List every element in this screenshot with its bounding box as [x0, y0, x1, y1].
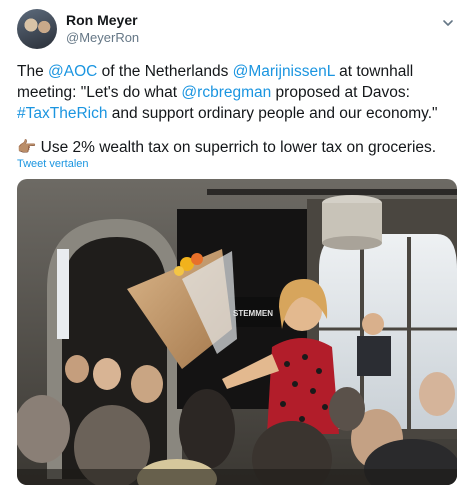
tweet-text-segment: of the Netherlands — [97, 63, 233, 80]
hashtag-taxtherich-link[interactable]: #TaxTheRich — [17, 105, 107, 122]
tweet-text-segment: Use 2% wealth tax on superrich to lower … — [36, 139, 437, 156]
tweet-text-segment: and support ordinary people and our econ… — [107, 105, 438, 122]
pointing-hand-icon: 👉🏽 — [17, 139, 37, 156]
tweet-text-segment: proposed at Davos: — [271, 84, 410, 101]
photo-icon: STEMMEN — [17, 179, 457, 485]
tweet-card: Ron Meyer @MeyerRon The @AOC of the Neth… — [0, 0, 470, 491]
tweet-paragraph-2: 👉🏽 Use 2% wealth tax on superrich to low… — [17, 137, 457, 158]
translate-tweet-link[interactable]: Tweet vertalen — [17, 158, 89, 170]
stage-sign-text: STEMMEN — [233, 309, 273, 318]
tweet-photo[interactable]: STEMMEN — [17, 179, 457, 485]
tweet-text-segment: The — [17, 63, 49, 80]
author-handle[interactable]: @MeyerRon — [66, 30, 139, 45]
tweet-text: The @AOC of the Netherlands @Marijnissen… — [17, 61, 457, 158]
mention-marijnissenl-link[interactable]: @MarijnissenL — [233, 63, 335, 80]
mention-aoc-link[interactable]: @AOC — [48, 63, 97, 80]
chevron-down-icon[interactable] — [441, 16, 455, 30]
author-avatar[interactable] — [17, 9, 57, 49]
mention-rcbregman-link[interactable]: @rcbregman — [181, 84, 271, 101]
author-name[interactable]: Ron Meyer — [66, 12, 138, 28]
tweet-paragraph-1: The @AOC of the Netherlands @Marijnissen… — [17, 61, 457, 124]
